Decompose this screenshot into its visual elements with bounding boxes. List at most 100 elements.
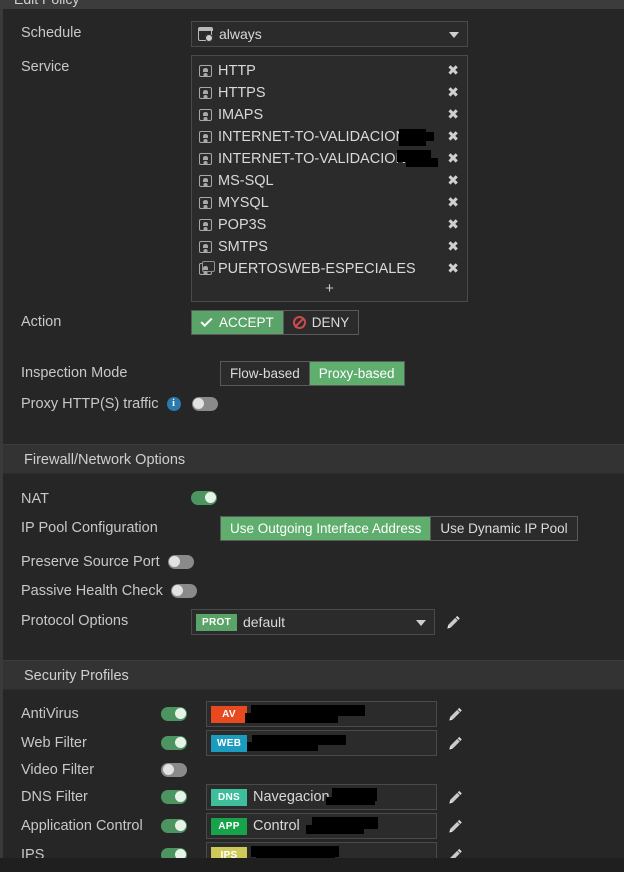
ip-pool-dynamic-button[interactable]: Use Dynamic IP Pool: [431, 517, 576, 540]
profile-row-web-filter: Web Filter WEB: [3, 730, 624, 756]
service-row: Service HTTP ✖ HTTPS ✖ IMAP: [3, 55, 624, 302]
service-icon: [199, 65, 212, 77]
list-item[interactable]: POP3S ✖: [192, 214, 467, 236]
antivirus-label: AntiVirus: [21, 706, 161, 722]
nat-label: NAT: [21, 487, 191, 507]
dns-filter-toggle[interactable]: [161, 790, 187, 804]
application-control-value: Control: [253, 818, 300, 834]
protocol-options-value: default: [243, 614, 285, 630]
antivirus-toggle[interactable]: [161, 707, 187, 721]
list-item[interactable]: HTTP ✖: [192, 60, 467, 82]
video-filter-toggle[interactable]: [161, 763, 187, 777]
redaction-mark: [247, 742, 318, 751]
proxy-http-traffic-label: Proxy HTTP(S) traffic: [21, 392, 159, 412]
antivirus-edit-pencil-icon[interactable]: [447, 706, 464, 723]
remove-service-icon[interactable]: ✖: [447, 196, 459, 210]
service-icon: [199, 131, 212, 143]
preserve-source-port-toggle[interactable]: [168, 555, 194, 569]
inspection-mode-flow-button[interactable]: Flow-based: [221, 362, 310, 385]
proxy-http-traffic-toggle[interactable]: [192, 397, 218, 411]
add-service-button[interactable]: +: [192, 280, 467, 299]
schedule-clock-icon: [198, 28, 212, 41]
action-label: Action: [21, 310, 191, 330]
action-accept-label: ACCEPT: [219, 315, 274, 330]
policy-form-scroll-area[interactable]: Schedule always Service HTTP ✖: [0, 9, 624, 872]
inspection-mode-toggle-group[interactable]: Flow-based Proxy-based: [220, 361, 405, 386]
ip-pool-outgoing-button[interactable]: Use Outgoing Interface Address: [221, 517, 431, 540]
redaction-mark: [406, 158, 438, 167]
application-control-label: Application Control: [21, 818, 161, 834]
dns-filter-profile-select[interactable]: DNS Navegacion: [206, 784, 437, 810]
schedule-label: Schedule: [21, 21, 191, 41]
nat-toggle[interactable]: [191, 491, 217, 505]
action-accept-button[interactable]: ACCEPT: [192, 311, 284, 334]
protocol-options-edit-pencil-icon[interactable]: [445, 614, 462, 631]
list-item[interactable]: MYSQL ✖: [192, 192, 467, 214]
list-item[interactable]: MS-SQL ✖: [192, 170, 467, 192]
remove-service-icon[interactable]: ✖: [447, 152, 459, 166]
remove-service-icon[interactable]: ✖: [447, 174, 459, 188]
dns-filter-badge: DNS: [211, 789, 247, 806]
antivirus-badge: AV: [211, 706, 247, 723]
action-toggle-group[interactable]: ACCEPT DENY: [191, 310, 359, 335]
ip-pool-configuration-label: IP Pool Configuration: [21, 516, 191, 536]
application-control-toggle[interactable]: [161, 819, 187, 833]
remove-service-icon[interactable]: ✖: [447, 64, 459, 78]
service-name: IMAPS: [218, 107, 441, 123]
action-deny-button[interactable]: DENY: [284, 311, 359, 334]
remove-service-icon[interactable]: ✖: [447, 130, 459, 144]
service-icon: [199, 153, 212, 165]
ip-pool-toggle-group[interactable]: Use Outgoing Interface Address Use Dynam…: [220, 516, 578, 541]
schedule-row: Schedule always: [3, 21, 624, 47]
service-icon: [199, 219, 212, 231]
profile-row-application-control: Application Control APP Control: [3, 813, 624, 839]
protocol-options-select[interactable]: PROT default: [191, 609, 435, 635]
remove-service-icon[interactable]: ✖: [447, 108, 459, 122]
security-profiles-header: Security Profiles: [3, 660, 624, 690]
application-control-badge: APP: [211, 818, 247, 835]
profile-row-dns-filter: DNS Filter DNS Navegacion: [3, 784, 624, 810]
passive-health-check-row: Passive Health Check: [3, 579, 624, 600]
service-list[interactable]: HTTP ✖ HTTPS ✖ IMAPS ✖: [191, 55, 468, 302]
web-filter-label: Web Filter: [21, 735, 161, 751]
schedule-select[interactable]: always: [191, 21, 468, 47]
video-filter-label: Video Filter: [21, 762, 161, 778]
action-row: Action ACCEPT DENY: [3, 310, 624, 335]
application-control-profile-select[interactable]: APP Control: [206, 813, 437, 839]
list-item[interactable]: HTTPS ✖: [192, 82, 467, 104]
service-icon: [199, 175, 212, 187]
list-item[interactable]: SMTPS ✖: [192, 236, 467, 258]
application-control-edit-pencil-icon[interactable]: [447, 818, 464, 835]
service-icon: [199, 87, 212, 99]
chevron-down-icon: [416, 620, 426, 626]
info-icon[interactable]: i: [167, 397, 181, 411]
inspection-mode-proxy-button[interactable]: Proxy-based: [310, 362, 404, 385]
schedule-value: always: [219, 26, 262, 42]
list-item[interactable]: INTERNET-TO-VALIDACION- ✖: [192, 126, 467, 148]
remove-service-icon[interactable]: ✖: [447, 218, 459, 232]
service-icon: [199, 241, 212, 253]
profile-row-video-filter: Video Filter: [3, 761, 624, 779]
antivirus-profile-select[interactable]: AV: [206, 701, 437, 727]
service-name: HTTP: [218, 63, 441, 79]
protocol-options-badge: PROT: [196, 614, 237, 631]
dialog-title-bar: Edit Policy: [0, 0, 624, 9]
passive-health-check-label: Passive Health Check: [21, 579, 163, 599]
web-filter-toggle[interactable]: [161, 736, 187, 750]
service-name: PUERTOSWEB-ESPECIALES: [218, 261, 441, 277]
web-filter-profile-select[interactable]: WEB: [206, 730, 437, 756]
dns-filter-edit-pencil-icon[interactable]: [447, 789, 464, 806]
web-filter-edit-pencil-icon[interactable]: [447, 735, 464, 752]
list-item[interactable]: IMAPS ✖: [192, 104, 467, 126]
remove-service-icon[interactable]: ✖: [447, 240, 459, 254]
remove-service-icon[interactable]: ✖: [447, 86, 459, 100]
passive-health-check-toggle[interactable]: [171, 584, 197, 598]
ip-pool-configuration-row: IP Pool Configuration Use Outgoing Inter…: [3, 516, 624, 541]
redaction-mark: [245, 713, 338, 723]
remove-service-icon[interactable]: ✖: [447, 262, 459, 276]
inspection-mode-row: Inspection Mode Flow-based Proxy-based: [3, 361, 624, 386]
service-name: POP3S: [218, 217, 441, 233]
preserve-source-port-row: Preserve Source Port: [3, 550, 624, 571]
list-item[interactable]: INTERNET-TO-VALIDACION- ✖: [192, 148, 467, 170]
list-item[interactable]: PUERTOSWEB-ESPECIALES ✖: [192, 258, 467, 280]
